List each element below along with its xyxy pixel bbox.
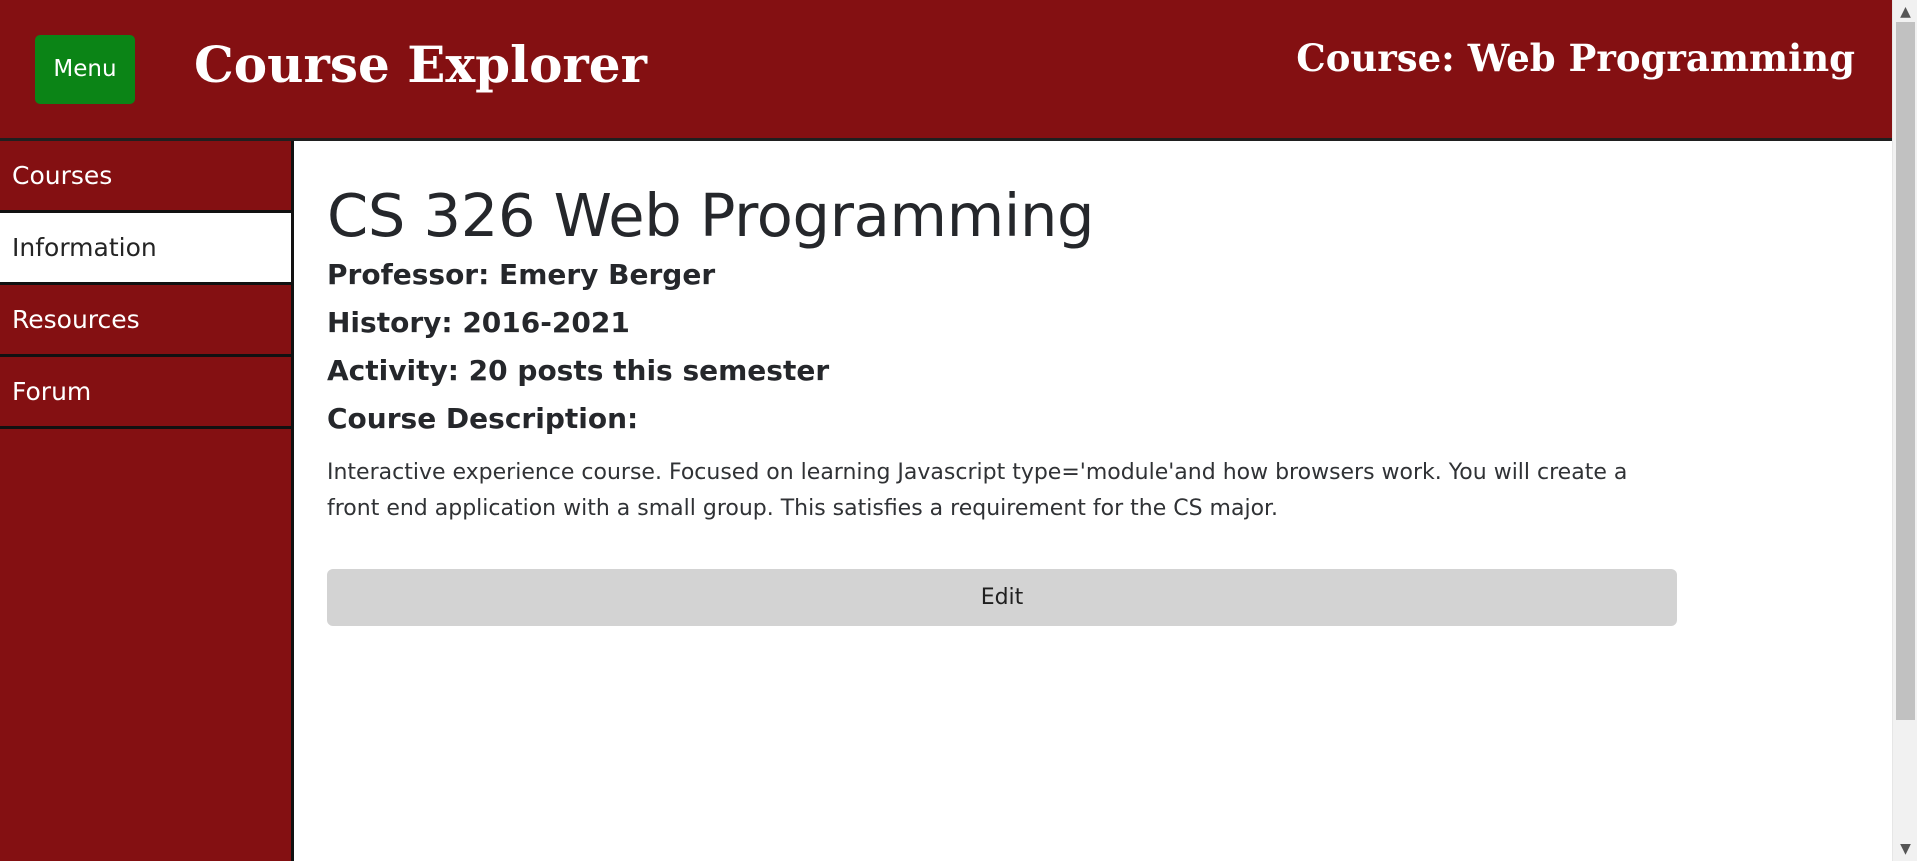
menu-button[interactable]: Menu (35, 35, 135, 104)
course-header-title: Course: Web Programming (1296, 36, 1855, 80)
course-professor: Professor: Emery Berger (327, 258, 716, 291)
sidebar-navigation: Courses Information Resources Forum (0, 141, 294, 861)
course-information-panel: CS 326 Web Programming Professor: Emery … (294, 141, 1892, 861)
course-details: CS 326 Web Programming Professor: Emery … (327, 181, 1677, 527)
course-description: Interactive experience course. Focused o… (327, 460, 1628, 521)
app-title: Course Explorer (194, 35, 647, 94)
vertical-scrollbar[interactable]: ▲ ▼ (1892, 0, 1917, 861)
sidebar-item-information[interactable]: Information (0, 213, 291, 285)
sidebar-item-courses[interactable]: Courses (0, 141, 291, 213)
sidebar-item-forum[interactable]: Forum (0, 357, 291, 429)
course-activity: Activity: 20 posts this semester (327, 354, 830, 387)
scroll-down-icon[interactable]: ▼ (1893, 839, 1917, 859)
course-explorer-app: Menu Course Explorer Course: Web Program… (0, 0, 1917, 861)
course-title: CS 326 Web Programming (327, 181, 1095, 250)
scrollbar-thumb[interactable] (1896, 22, 1915, 720)
edit-button[interactable]: Edit (327, 569, 1677, 626)
app-header: Menu Course Explorer Course: Web Program… (0, 0, 1892, 141)
scroll-up-icon[interactable]: ▲ (1893, 2, 1917, 22)
course-history: History: 2016-2021 (327, 306, 630, 339)
sidebar-item-resources[interactable]: Resources (0, 285, 291, 357)
course-description-heading: Course Description: (327, 402, 639, 435)
